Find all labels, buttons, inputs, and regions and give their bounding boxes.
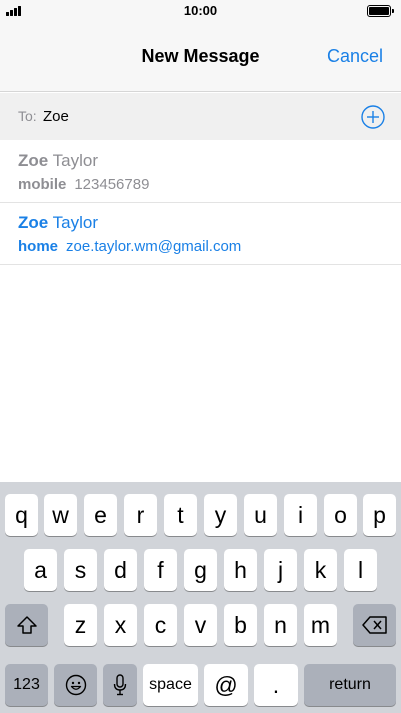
nav-bar: New Message Cancel [0,22,401,92]
contact-suggestion-mobile[interactable]: Zoe Taylor mobile 123456789 [0,141,401,203]
key-h[interactable]: h [224,549,257,591]
suggestion-type: home [18,238,59,255]
key-q[interactable]: q [5,494,38,536]
suggestion-last-name: Taylor [52,151,99,170]
emoji-icon [65,674,86,696]
status-time: 10:00 [183,3,218,18]
suggestion-first-name: Zoe [18,151,49,170]
at-key[interactable]: @ [204,664,248,706]
suggestion-name: Zoe Taylor [18,151,98,171]
period-key[interactable]: . [254,664,298,706]
key-o[interactable]: o [324,494,357,536]
numbers-key[interactable]: 123 [5,664,48,706]
backspace-icon [361,616,387,634]
key-s[interactable]: s [64,549,97,591]
key-e[interactable]: e [84,494,117,536]
key-i[interactable]: i [284,494,317,536]
cancel-button[interactable]: Cancel [327,46,383,67]
dictation-key[interactable] [103,664,137,706]
microphone-icon [113,674,127,696]
suggestion-detail: home zoe.taylor.wm@gmail.com [18,238,241,255]
key-c[interactable]: c [144,604,177,646]
key-j[interactable]: j [264,549,297,591]
recipient-input[interactable] [43,106,333,126]
key-v[interactable]: v [184,604,217,646]
suggestion-last-name: Taylor [52,213,99,232]
suggestion-value: zoe.taylor.wm@gmail.com [66,238,242,255]
key-t[interactable]: t [164,494,197,536]
key-f[interactable]: f [144,549,177,591]
to-label: To: [18,108,37,124]
suggestion-detail: mobile 123456789 [18,176,149,193]
key-r[interactable]: r [124,494,157,536]
key-b[interactable]: b [224,604,257,646]
key-k[interactable]: k [304,549,337,591]
key-w[interactable]: w [44,494,77,536]
key-l[interactable]: l [344,549,377,591]
key-y[interactable]: y [204,494,237,536]
suggestion-first-name: Zoe [18,213,49,232]
status-bar: 10:00 [0,0,401,22]
return-key[interactable]: return [304,664,396,706]
key-p[interactable]: p [363,494,396,536]
recipient-row: To: [0,93,401,140]
key-m[interactable]: m [304,604,337,646]
key-d[interactable]: d [104,549,137,591]
key-u[interactable]: u [244,494,277,536]
shift-key[interactable] [5,604,48,646]
contact-suggestion-email[interactable]: Zoe Taylor home zoe.taylor.wm@gmail.com [0,203,401,265]
suggestion-name: Zoe Taylor [18,213,98,233]
add-contact-button[interactable] [361,105,385,129]
key-n[interactable]: n [264,604,297,646]
battery-icon [367,5,394,17]
suggestion-type: mobile [18,176,67,193]
delete-key[interactable] [353,604,396,646]
key-x[interactable]: x [104,604,137,646]
key-g[interactable]: g [184,549,217,591]
suggestion-value: 123456789 [74,176,150,193]
shift-icon [16,616,37,634]
plus-circle-icon [361,105,385,129]
emoji-key[interactable] [54,664,97,706]
space-key[interactable]: space [143,664,198,706]
key-a[interactable]: a [24,549,57,591]
keyboard: q w e r t y u i o p a s d f g h j k l z … [0,482,401,713]
key-z[interactable]: z [64,604,97,646]
